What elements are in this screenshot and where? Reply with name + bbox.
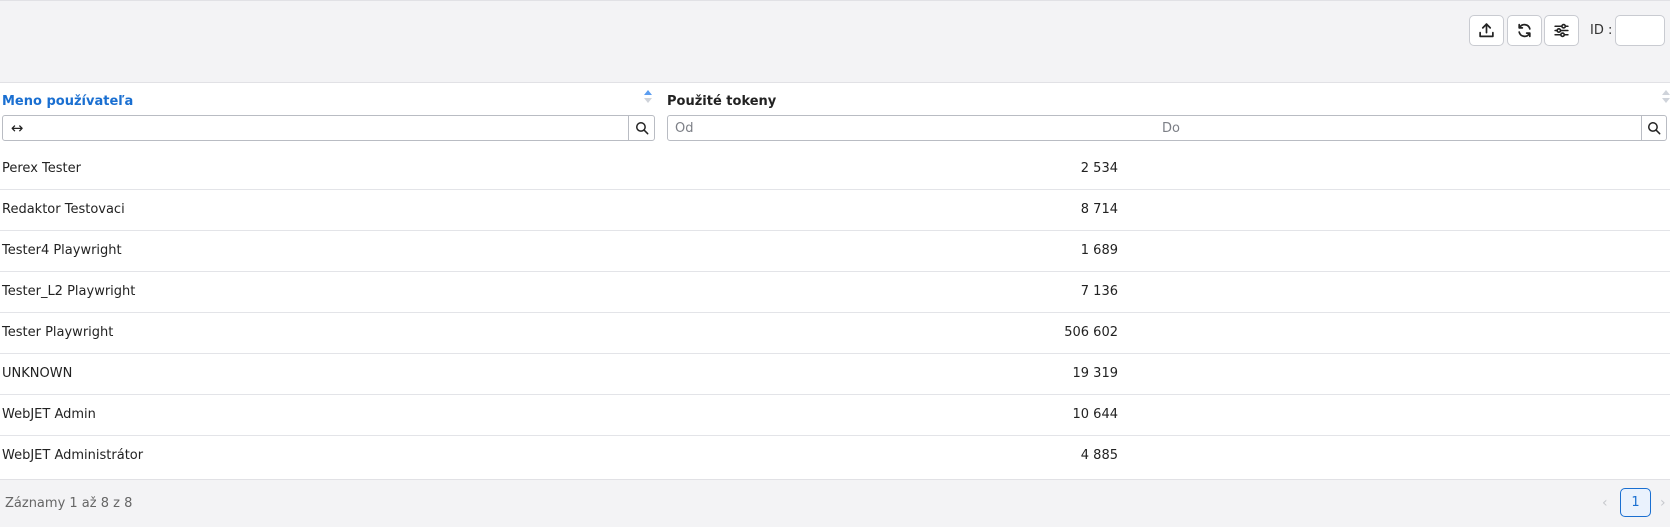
reload-button[interactable]: [1507, 15, 1542, 46]
tokens-cell: 506 602: [1064, 325, 1118, 340]
search-icon: [635, 122, 648, 135]
table-row[interactable]: Tester4 Playwright 1 689: [0, 231, 1670, 272]
refresh-icon: [1518, 23, 1531, 38]
user-name-cell: WebJET Administrátor: [2, 448, 144, 463]
table-row[interactable]: WebJET Administrátor 4 885: [0, 436, 1670, 477]
tokens-from-input[interactable]: [668, 116, 1155, 140]
tokens-to-input[interactable]: [1155, 116, 1641, 140]
table-row[interactable]: Perex Tester 2 534: [0, 149, 1670, 190]
user-name-cell: UNKNOWN: [2, 366, 73, 381]
id-input[interactable]: [1615, 15, 1665, 46]
table-row[interactable]: Tester Playwright 506 602: [0, 313, 1670, 354]
search-icon: [1648, 122, 1661, 135]
arrows-horizontal-icon: ↔: [10, 119, 24, 137]
toolbar: ID :: [0, 0, 1670, 83]
tokens-cell: 10 644: [1072, 407, 1119, 422]
tokens-cell: 4 885: [1080, 448, 1118, 463]
user-name-cell: Tester4 Playwright: [2, 243, 122, 258]
records-info: Záznamy 1 až 8 z 8: [5, 496, 133, 511]
tokens-cell: 19 319: [1072, 366, 1119, 381]
settings-button[interactable]: [1544, 15, 1579, 46]
tokens-filter: [667, 115, 1667, 141]
tokens-cell: 1 689: [1080, 243, 1118, 258]
user-name-cell: WebJET Admin: [2, 407, 96, 422]
width-toggle-button[interactable]: ↔: [3, 116, 31, 140]
column-header-tokens[interactable]: Použité tokeny: [667, 94, 776, 109]
export-button[interactable]: [1469, 15, 1504, 46]
tokens-cell: 8 714: [1080, 202, 1118, 217]
user-name-cell: Tester Playwright: [2, 325, 114, 340]
id-label: ID :: [1590, 23, 1613, 38]
user-name-cell: Redaktor Testovaci: [2, 202, 125, 217]
table-row[interactable]: WebJET Admin 10 644: [0, 395, 1670, 436]
next-page-button[interactable]: ›: [1660, 495, 1666, 511]
user-name-cell: Tester_L2 Playwright: [2, 284, 136, 299]
prev-page-button[interactable]: ‹: [1602, 495, 1608, 511]
tokens-cell: 7 136: [1080, 284, 1118, 299]
user-search-button[interactable]: [628, 116, 654, 140]
user-filter-input[interactable]: [31, 116, 628, 140]
tokens-cell: 2 534: [1080, 161, 1118, 176]
sliders-icon: [1554, 23, 1569, 38]
column-header-user[interactable]: Meno používateľa: [2, 94, 133, 109]
upload-icon: [1479, 23, 1494, 38]
page-1-button[interactable]: 1: [1620, 488, 1651, 517]
user-filter: ↔: [2, 115, 655, 141]
table-footer: Záznamy 1 až 8 z 8 ‹ 1 ›: [0, 479, 1670, 527]
table-row[interactable]: Redaktor Testovaci 8 714: [0, 190, 1670, 231]
tokens-search-button[interactable]: [1641, 116, 1666, 140]
table-row[interactable]: Tester_L2 Playwright 7 136: [0, 272, 1670, 313]
table-row[interactable]: UNKNOWN 19 319: [0, 354, 1670, 395]
user-name-cell: Perex Tester: [2, 161, 81, 176]
